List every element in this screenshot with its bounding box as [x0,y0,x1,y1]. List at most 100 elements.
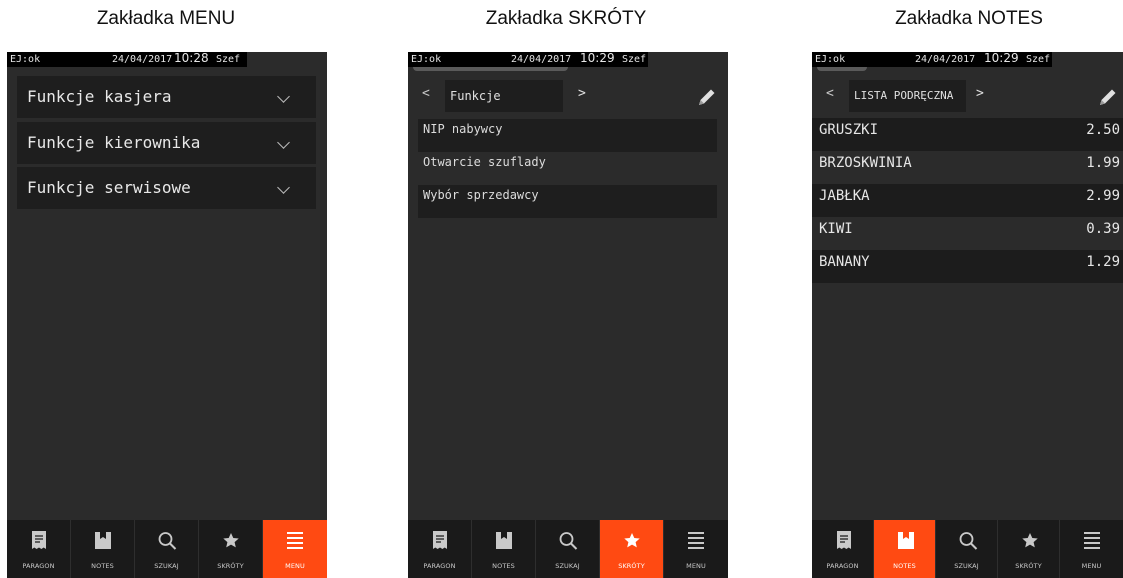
nav-skroty[interactable]: SKRÓTY [600,520,664,578]
prev-page-button[interactable]: < [826,86,834,101]
note-name: JABŁKA [819,188,870,204]
shortcut-header: < Funkcje > [408,76,728,116]
scroll-indicator [413,67,568,71]
note-price: 0.39 [1086,221,1120,237]
notes-icon [496,532,512,549]
menu-icon [287,532,303,549]
nav-label: SKRÓTY [618,562,645,570]
status-user: Szef [622,54,647,65]
screen-menu: EJ:ok 24/04/2017 10:28 Szef Funkcje kasj… [7,52,327,578]
notes-icon [95,532,111,549]
shortcut-drawer[interactable]: Otwarcie szuflady [418,152,717,185]
nav-paragon[interactable]: PARAGON [7,520,71,578]
list-item[interactable]: BANANY 1.29 [812,250,1123,283]
shortcut-label: Otwarcie szuflady [423,155,546,169]
caption-notes: Zakładka NOTES [895,8,1043,29]
receipt-icon [837,531,851,549]
note-name: BANANY [819,254,870,270]
nav-paragon[interactable]: PARAGON [812,520,874,578]
notes-header: < LISTA PODRĘCZNA > [812,76,1123,116]
menu-icon [1084,532,1100,549]
nav-label: SZUKAJ [555,562,580,570]
nav-menu[interactable]: MENU [664,520,728,578]
note-price: 2.99 [1086,188,1120,204]
nav-szukaj[interactable]: SZUKAJ [536,520,600,578]
note-name: GRUSZKI [819,122,879,138]
nav-skroty[interactable]: SKRÓTY [199,520,263,578]
nav-label: PARAGON [22,562,55,570]
nav-label: MENU [1081,562,1102,570]
note-price: 1.29 [1086,254,1120,270]
star-icon [1022,533,1038,548]
bottom-nav: PARAGON NOTES SZUKAJ SKRÓTY MENU [7,520,327,578]
screen-notes: EJ:ok 24/04/2017 10:29 Szef < LISTA PODR… [812,52,1123,578]
shortcut-group-title[interactable]: Funkcje [445,80,563,112]
status-date: 24/04/2017 [112,54,173,65]
nav-label: PARAGON [826,562,859,570]
search-icon [959,532,978,550]
next-page-button[interactable]: > [976,86,984,101]
status-time: 10:29 [580,52,615,65]
ej-status: EJ:ok [411,54,442,65]
next-page-button[interactable]: > [578,86,586,101]
menu-item-service[interactable]: Funkcje serwisowe [17,167,316,209]
menu-item-label: Funkcje kierownika [27,133,201,152]
chevron-down-icon [277,181,290,194]
nav-label: SKRÓTY [217,562,244,570]
caption-menu: Zakładka MENU [96,8,236,29]
note-price: 2.50 [1086,122,1120,138]
status-time: 10:28 [174,52,209,65]
nav-label: MENU [285,562,305,570]
status-time: 10:29 [984,52,1019,65]
menu-item-cashier[interactable]: Funkcje kasjera [17,76,316,118]
status-date: 24/04/2017 [511,54,572,65]
search-icon [559,532,578,550]
shortcut-nip[interactable]: NIP nabywcy [418,119,717,152]
nav-notes[interactable]: NOTES [71,520,135,578]
note-price: 1.99 [1086,155,1120,171]
list-item[interactable]: KIWI 0.39 [812,217,1123,250]
note-name: KIWI [819,221,853,237]
nav-label: NOTES [893,562,916,570]
prev-page-button[interactable]: < [422,86,430,101]
notes-icon [898,532,914,549]
receipt-icon [433,531,447,549]
nav-label: SZUKAJ [154,562,179,570]
status-bar: EJ:ok 24/04/2017 10:29 Szef [408,52,648,67]
pencil-icon[interactable] [1097,86,1119,108]
menu-item-label: Funkcje kasjera [27,87,172,106]
star-icon [624,533,640,548]
bottom-nav: PARAGON NOTES SZUKAJ SKRÓTY MENU [812,520,1123,578]
nav-menu[interactable]: MENU [1060,520,1123,578]
nav-skroty[interactable]: SKRÓTY [998,520,1060,578]
shortcut-label: NIP nabywcy [423,122,503,136]
bottom-nav: PARAGON NOTES SZUKAJ SKRÓTY MENU [408,520,728,578]
list-item[interactable]: JABŁKA 2.99 [812,184,1123,217]
nav-szukaj[interactable]: SZUKAJ [936,520,998,578]
nav-label: MENU [686,562,706,570]
pencil-icon[interactable] [696,86,718,108]
nav-szukaj[interactable]: SZUKAJ [135,520,199,578]
list-item[interactable]: BRZOSKWINIA 1.99 [812,151,1123,184]
nav-paragon[interactable]: PARAGON [408,520,472,578]
search-icon [158,532,177,550]
list-item[interactable]: GRUSZKI 2.50 [812,118,1123,151]
notes-list-title[interactable]: LISTA PODRĘCZNA [849,80,966,112]
nav-menu[interactable]: MENU [263,520,327,578]
shortcut-seller[interactable]: Wybór sprzedawcy [418,185,717,218]
menu-item-manager[interactable]: Funkcje kierownika [17,122,316,164]
nav-label: SKRÓTY [1015,562,1042,570]
star-icon [223,533,239,548]
nav-notes[interactable]: NOTES [472,520,536,578]
chevron-down-icon [277,90,290,103]
menu-item-label: Funkcje serwisowe [27,178,191,197]
nav-label: NOTES [492,562,515,570]
ej-status: EJ:ok [815,54,846,65]
nav-label: NOTES [91,562,114,570]
status-user: Szef [216,54,241,65]
nav-notes[interactable]: NOTES [874,520,936,578]
ej-status: EJ:ok [10,54,41,65]
status-bar: EJ:ok 24/04/2017 10:28 Szef [7,52,247,67]
shortcut-label: Wybór sprzedawcy [423,188,539,202]
chevron-down-icon [277,136,290,149]
